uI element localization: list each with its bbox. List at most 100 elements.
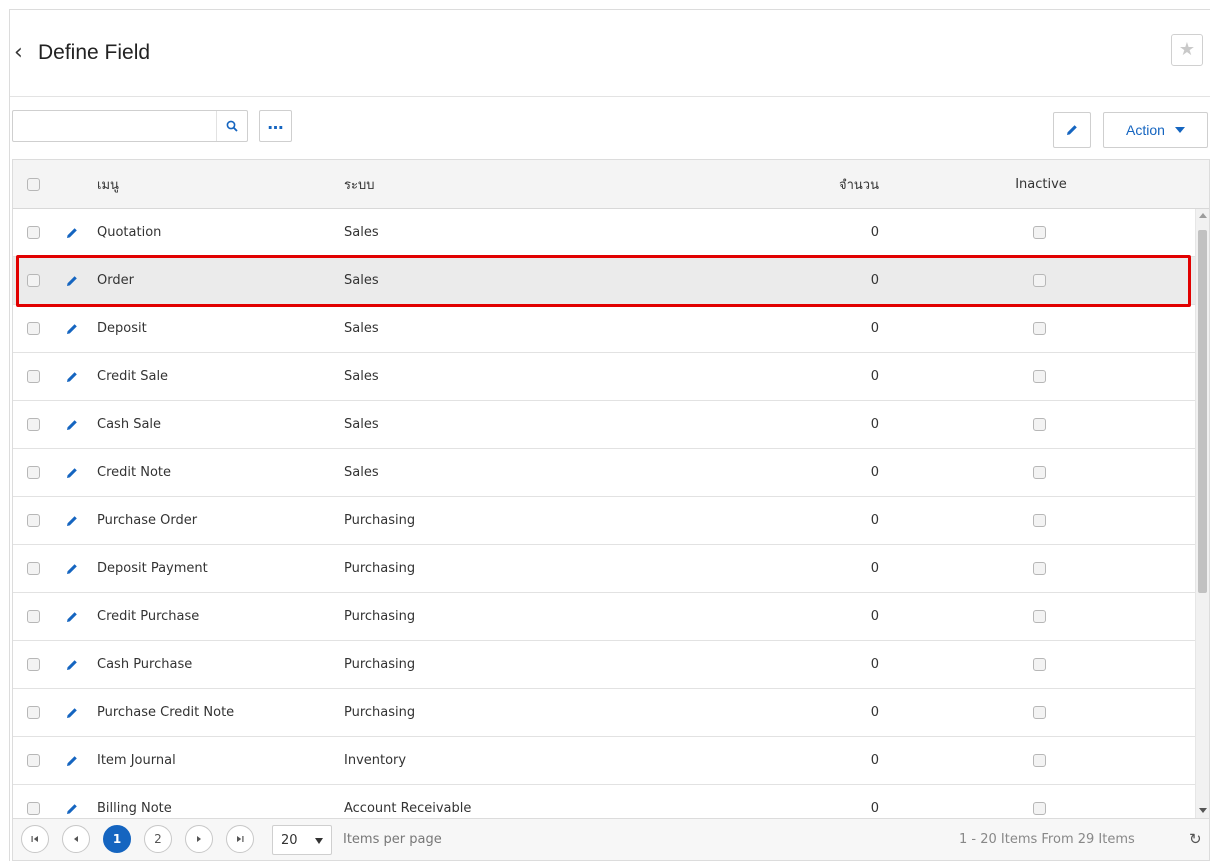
prev-page-button[interactable] xyxy=(62,825,90,853)
table-row[interactable]: Deposit Sales 0 xyxy=(13,305,1195,353)
page-frame: ‹ Define Field ★ … Action เมนู ระบบ จำนว… xyxy=(9,9,1210,861)
search-input[interactable] xyxy=(13,111,217,141)
row-menu: Credit Purchase xyxy=(97,609,200,624)
row-inactive-cell xyxy=(1033,593,1046,640)
row-checkbox[interactable] xyxy=(27,370,40,383)
inactive-checkbox[interactable] xyxy=(1033,322,1046,335)
row-checkbox-cell xyxy=(27,353,40,400)
table-row[interactable]: Purchase Credit Note Purchasing 0 xyxy=(13,689,1195,737)
row-checkbox[interactable] xyxy=(27,466,40,479)
row-inactive-cell xyxy=(1033,497,1046,544)
row-checkbox[interactable] xyxy=(27,226,40,239)
pencil-icon[interactable] xyxy=(65,466,79,480)
chevron-down-icon xyxy=(1174,127,1185,133)
row-checkbox[interactable] xyxy=(27,418,40,431)
row-inactive-cell xyxy=(1033,785,1046,818)
header-menu[interactable]: เมนู xyxy=(97,160,119,208)
row-checkbox[interactable] xyxy=(27,514,40,527)
ellipsis-icon: … xyxy=(267,114,284,133)
table-row[interactable]: Order Sales 0 xyxy=(13,257,1195,305)
row-count: 0 xyxy=(870,417,879,432)
inactive-checkbox[interactable] xyxy=(1033,706,1046,719)
pencil-icon[interactable] xyxy=(65,658,79,672)
table-row[interactable]: Cash Purchase Purchasing 0 xyxy=(13,641,1195,689)
back-icon[interactable]: ‹ xyxy=(14,40,23,65)
row-checkbox[interactable] xyxy=(27,322,40,335)
inactive-checkbox[interactable] xyxy=(1033,610,1046,623)
refresh-icon[interactable]: ↻ xyxy=(1189,830,1202,848)
row-menu: Deposit xyxy=(97,321,147,336)
search-icon[interactable] xyxy=(216,111,247,141)
last-page-button[interactable] xyxy=(226,825,254,853)
more-options-button[interactable]: … xyxy=(259,110,292,142)
row-inactive-cell xyxy=(1033,209,1046,256)
page-button-1[interactable]: 1 xyxy=(103,825,131,853)
row-checkbox[interactable] xyxy=(27,754,40,767)
row-menu: Order xyxy=(97,273,134,288)
scroll-down-icon[interactable] xyxy=(1199,808,1207,813)
row-edit-cell xyxy=(65,593,79,640)
row-checkbox[interactable] xyxy=(27,610,40,623)
pencil-icon[interactable] xyxy=(65,706,79,720)
pencil-icon[interactable] xyxy=(65,274,79,288)
header-inactive[interactable]: Inactive xyxy=(991,160,1091,208)
page-button-2[interactable]: 2 xyxy=(144,825,172,853)
header-count[interactable]: จำนวน xyxy=(823,160,879,208)
pencil-icon[interactable] xyxy=(65,562,79,576)
table-row[interactable]: Deposit Payment Purchasing 0 xyxy=(13,545,1195,593)
vertical-scrollbar[interactable] xyxy=(1195,209,1209,818)
inactive-checkbox[interactable] xyxy=(1033,754,1046,767)
page-header: ‹ Define Field ★ xyxy=(10,10,1210,97)
row-menu: Purchase Credit Note xyxy=(97,705,235,720)
row-checkbox[interactable] xyxy=(27,658,40,671)
page-size-select[interactable]: 20 xyxy=(272,825,332,855)
table-row[interactable]: Billing Note Account Receivable 0 xyxy=(13,785,1195,818)
header-system[interactable]: ระบบ xyxy=(344,160,374,208)
table-row[interactable]: Credit Purchase Purchasing 0 xyxy=(13,593,1195,641)
inactive-checkbox[interactable] xyxy=(1033,274,1046,287)
row-checkbox[interactable] xyxy=(27,706,40,719)
page-title: Define Field xyxy=(38,41,151,64)
row-checkbox-cell xyxy=(27,497,40,544)
row-inactive-cell xyxy=(1033,305,1046,352)
action-dropdown[interactable]: Action xyxy=(1103,112,1208,148)
row-inactive-cell xyxy=(1033,449,1046,496)
inactive-checkbox[interactable] xyxy=(1033,658,1046,671)
pencil-icon[interactable] xyxy=(65,514,79,528)
scroll-thumb[interactable] xyxy=(1198,230,1207,593)
pencil-icon[interactable] xyxy=(65,754,79,768)
table-row[interactable]: Credit Note Sales 0 xyxy=(13,449,1195,497)
inactive-checkbox[interactable] xyxy=(1033,370,1046,383)
table-row[interactable]: Credit Sale Sales 0 xyxy=(13,353,1195,401)
scroll-up-icon[interactable] xyxy=(1199,213,1207,218)
table-row[interactable]: Quotation Sales 0 xyxy=(13,209,1195,257)
pencil-icon[interactable] xyxy=(65,226,79,240)
inactive-checkbox[interactable] xyxy=(1033,418,1046,431)
row-menu: Cash Purchase xyxy=(97,657,193,672)
table-row[interactable]: Cash Sale Sales 0 xyxy=(13,401,1195,449)
pencil-icon[interactable] xyxy=(65,802,79,816)
inactive-checkbox[interactable] xyxy=(1033,514,1046,527)
row-checkbox-cell xyxy=(27,401,40,448)
pencil-icon[interactable] xyxy=(65,370,79,384)
pencil-icon[interactable] xyxy=(65,418,79,432)
pencil-icon[interactable] xyxy=(65,610,79,624)
table-row[interactable]: Purchase Order Purchasing 0 xyxy=(13,497,1195,545)
inactive-checkbox[interactable] xyxy=(1033,466,1046,479)
inactive-checkbox[interactable] xyxy=(1033,562,1046,575)
row-checkbox[interactable] xyxy=(27,802,40,815)
row-checkbox[interactable] xyxy=(27,562,40,575)
next-page-button[interactable] xyxy=(185,825,213,853)
select-all-checkbox[interactable] xyxy=(27,177,40,191)
pencil-icon[interactable] xyxy=(65,322,79,336)
inactive-checkbox[interactable] xyxy=(1033,226,1046,239)
edit-button[interactable] xyxy=(1053,112,1091,148)
row-inactive-cell xyxy=(1033,641,1046,688)
row-checkbox[interactable] xyxy=(27,274,40,287)
inactive-checkbox[interactable] xyxy=(1033,802,1046,815)
pager-info: 1 - 20 Items From 29 Items xyxy=(959,832,1135,847)
table-row[interactable]: Item Journal Inventory 0 xyxy=(13,737,1195,785)
favorite-button[interactable]: ★ xyxy=(1171,34,1203,66)
first-page-button[interactable] xyxy=(21,825,49,853)
row-edit-cell xyxy=(65,785,79,818)
